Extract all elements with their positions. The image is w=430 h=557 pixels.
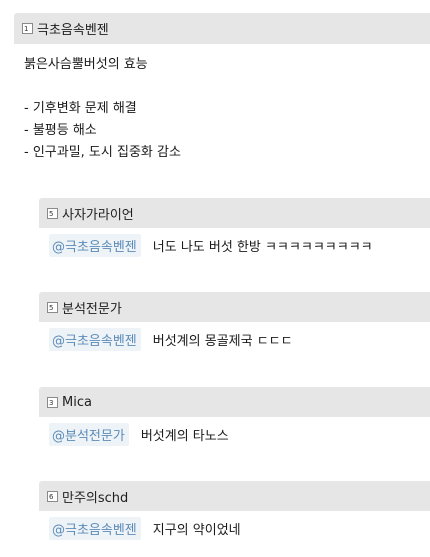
reply-author[interactable]: Mica (62, 395, 92, 410)
post-line: - 기후변화 문제 해결 (24, 101, 137, 116)
reply-text: 버섯계의 타노스 (140, 429, 229, 444)
post-header: 1 극초음속벤젠 (14, 13, 430, 44)
post-line: - 불평등 해소 (24, 123, 97, 138)
level-badge-icon: 5 (47, 207, 58, 219)
level-badge-icon: 1 (22, 23, 33, 34)
post-line: - 인구과밀, 도시 집중화 감소 (24, 145, 181, 160)
reply-header: 5 사자가라이언 (39, 198, 430, 228)
reply: 6 만주의schd @극초음속벤젠 지구의 약이었네 (39, 481, 430, 540)
mention-tag[interactable]: @분석전문가 (49, 423, 129, 446)
reply-text: 지구의 약이었네 (152, 523, 241, 538)
reply: 3 Mica @분석전문가 버섯계의 타노스 (39, 387, 430, 446)
reply-header: 3 Mica (39, 387, 430, 417)
reply-author[interactable]: 만주의schd (62, 487, 128, 506)
main-post: 1 극초음속벤젠 붉은사슴뿔버섯의 효능 - 기후변화 문제 해결 - 불평등 … (14, 13, 430, 164)
reply-author[interactable]: 분석전문가 (62, 298, 122, 317)
reply: 5 분석전문가 @극초음속벤젠 버섯계의 몽골제국 ㄷㄷㄷ (39, 292, 430, 351)
level-badge-icon: 3 (47, 396, 58, 408)
post-line (24, 76, 430, 98)
reply-author[interactable]: 사자가라이언 (62, 204, 134, 223)
post-body: 붉은사슴뿔버섯의 효능 - 기후변화 문제 해결 - 불평등 해소 - 인구과밀… (14, 44, 430, 164)
reply-text: 너도 나도 버섯 한방 ㅋㅋㅋㅋㅋㅋㅋㅋㅋ (152, 240, 373, 255)
reply-body: @극초음속벤젠 너도 나도 버섯 한방 ㅋㅋㅋㅋㅋㅋㅋㅋㅋ (39, 228, 430, 257)
reply-body: @극초음속벤젠 지구의 약이었네 (39, 511, 430, 540)
post-author[interactable]: 극초음속벤젠 (37, 19, 109, 38)
post-line: 붉은사슴뿔버섯의 효능 (24, 57, 148, 72)
level-badge-icon: 5 (47, 301, 58, 313)
reply-header: 6 만주의schd (39, 481, 430, 511)
reply: 5 사자가라이언 @극초음속벤젠 너도 나도 버섯 한방 ㅋㅋㅋㅋㅋㅋㅋㅋㅋ (39, 198, 430, 257)
mention-tag[interactable]: @극초음속벤젠 (49, 328, 141, 351)
mention-tag[interactable]: @극초음속벤젠 (49, 517, 141, 540)
level-badge-icon: 6 (47, 490, 58, 502)
reply-body: @분석전문가 버섯계의 타노스 (39, 417, 430, 446)
mention-tag[interactable]: @극초음속벤젠 (49, 234, 141, 257)
reply-header: 5 분석전문가 (39, 292, 430, 322)
reply-body: @극초음속벤젠 버섯계의 몽골제국 ㄷㄷㄷ (39, 322, 430, 351)
reply-text: 버섯계의 몽골제국 ㄷㄷㄷ (152, 334, 293, 349)
